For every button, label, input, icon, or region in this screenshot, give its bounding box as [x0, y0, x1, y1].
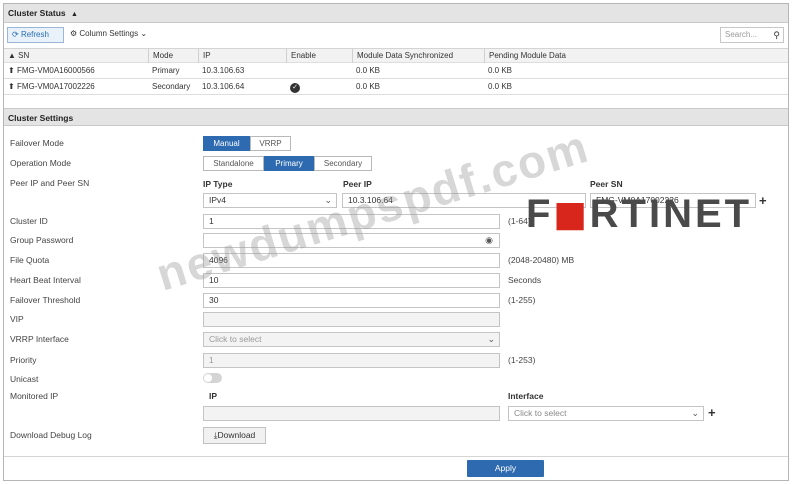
- file-quota-hint: (2048-20480) MB: [508, 255, 575, 265]
- refresh-button[interactable]: ⟳ Refresh: [7, 27, 64, 43]
- priority-label: Priority: [10, 355, 37, 365]
- col-header-ip[interactable]: IP: [198, 49, 291, 63]
- debug-log-label: Download Debug Log: [10, 430, 92, 440]
- chevron-down-icon: ⌄: [691, 408, 699, 418]
- operation-standalone-option[interactable]: Standalone: [203, 156, 264, 171]
- apply-button[interactable]: Apply: [467, 460, 544, 477]
- row-sn-text: FMG-VM0A17002226: [16, 82, 95, 91]
- col-header-mode[interactable]: Mode: [148, 49, 203, 63]
- table-header-row: ▲ SN Mode IP Enable Module Data Synchron…: [4, 48, 788, 63]
- primary-arrow-icon: ⬆: [8, 66, 15, 75]
- row-synced: 0.0 KB: [356, 82, 381, 91]
- ip-type-value: IPv4: [209, 195, 227, 205]
- monitored-ip-input[interactable]: [203, 406, 500, 421]
- unicast-toggle[interactable]: [203, 373, 222, 383]
- cluster-id-label: Cluster ID: [10, 216, 48, 226]
- row-ip: 10.3.106.63: [202, 66, 245, 75]
- logo-suffix: RTINET: [589, 192, 753, 236]
- search-input[interactable]: Search... ⚲: [720, 27, 784, 43]
- group-password-label: Group Password: [10, 235, 74, 245]
- priority-hint: (1-253): [508, 355, 536, 365]
- col-header-enable[interactable]: Enable: [286, 49, 357, 63]
- fortinet-logo: F◼RTINET: [526, 194, 752, 234]
- row-pending: 0.0 KB: [488, 66, 513, 75]
- peer-sn-header: Peer SN: [590, 179, 623, 189]
- row-sn: ⬆ FMG-VM0A17002226: [4, 80, 95, 94]
- gear-icon: ⚙: [70, 29, 78, 38]
- monitored-interface-select[interactable]: Click to select ⌄: [508, 406, 704, 421]
- toggle-knob: [204, 374, 212, 382]
- row-mode: Secondary: [152, 82, 191, 91]
- ip-type-header: IP Type: [203, 179, 233, 189]
- vrrp-interface-label: VRRP Interface: [10, 334, 69, 344]
- vip-input[interactable]: [203, 312, 500, 327]
- refresh-label: Refresh: [20, 30, 49, 39]
- row-synced: 0.0 KB: [356, 66, 381, 75]
- failover-vrrp-option[interactable]: VRRP: [250, 136, 291, 151]
- failover-threshold-hint: (1-255): [508, 295, 536, 305]
- vrrp-interface-select[interactable]: Click to select ⌄: [203, 332, 500, 347]
- monitored-interface-placeholder: Click to select: [514, 408, 567, 418]
- add-monitored-ip-icon[interactable]: +: [708, 406, 716, 419]
- col-header-sn-label: SN: [18, 51, 30, 60]
- row-sn: ⬆ FMG-VM0A16000566: [4, 64, 95, 78]
- failover-threshold-input[interactable]: 30: [203, 293, 500, 308]
- unicast-label: Unicast: [10, 374, 39, 384]
- chevron-down-icon: ⌄: [487, 334, 495, 344]
- priority-input[interactable]: 1: [203, 353, 500, 368]
- logo-accent: ◼: [553, 192, 590, 236]
- eye-icon[interactable]: ◉: [485, 234, 493, 247]
- col-header-pending[interactable]: Pending Module Data: [484, 49, 789, 63]
- row-pending: 0.0 KB: [488, 82, 513, 91]
- cluster-status-toolbar: ⟳ Refresh ⚙ Column Settings ⌄ Search... …: [4, 24, 788, 46]
- cluster-status-title: Cluster Status: [8, 8, 66, 18]
- heart-beat-label: Heart Beat Interval: [10, 275, 81, 285]
- col-header-sn[interactable]: ▲ SN: [4, 49, 148, 63]
- operation-secondary-option[interactable]: Secondary: [314, 156, 372, 171]
- failover-threshold-label: Failover Threshold: [10, 295, 81, 305]
- download-label: Download: [217, 430, 256, 440]
- footer-divider: [4, 456, 788, 457]
- cluster-settings-title: Cluster Settings: [8, 113, 74, 123]
- failover-manual-option[interactable]: Manual: [203, 136, 250, 151]
- search-placeholder: Search...: [725, 30, 758, 39]
- row-sn-text: FMG-VM0A16000566: [16, 66, 95, 75]
- primary-arrow-icon: ⬆: [8, 82, 15, 91]
- vip-label: VIP: [10, 314, 24, 324]
- add-peer-icon[interactable]: +: [759, 194, 767, 207]
- refresh-icon: ⟳: [12, 30, 19, 39]
- table-row[interactable]: ⬆ FMG-VM0A17002226 Secondary 10.3.106.64…: [4, 80, 788, 95]
- arrow-up-icon: ▲: [71, 11, 78, 18]
- peer-label: Peer IP and Peer SN: [10, 178, 90, 188]
- col-header-synced[interactable]: Module Data Synchronized: [352, 49, 489, 63]
- column-settings-button[interactable]: ⚙ Column Settings ⌄: [66, 27, 151, 43]
- monitored-ip-label: Monitored IP: [10, 391, 59, 401]
- logo-prefix: F: [526, 192, 554, 236]
- cluster-settings-header: Cluster Settings: [4, 108, 788, 126]
- failover-mode-label: Failover Mode: [10, 138, 64, 148]
- cluster-status-header: Cluster Status ▲: [4, 4, 788, 23]
- monitored-ip-header: IP: [209, 391, 218, 401]
- vrrp-interface-placeholder: Click to select: [209, 334, 262, 344]
- chevron-down-icon: ⌄: [140, 29, 148, 38]
- download-button[interactable]: ⤓Download: [203, 427, 266, 444]
- operation-primary-option[interactable]: Primary: [264, 156, 314, 171]
- column-settings-label: Column Settings: [79, 29, 139, 38]
- table-row[interactable]: ⬆ FMG-VM0A16000566 Primary 10.3.106.63 0…: [4, 64, 788, 79]
- file-quota-label: File Quota: [10, 255, 50, 265]
- search-icon: ⚲: [773, 30, 780, 40]
- operation-mode-label: Operation Mode: [10, 158, 71, 168]
- row-ip: 10.3.106.64: [202, 82, 245, 91]
- sort-asc-icon: ▲: [8, 51, 16, 60]
- monitored-interface-header: Interface: [508, 391, 544, 401]
- row-mode: Primary: [152, 66, 180, 75]
- check-circle-icon: ✓: [286, 80, 300, 94]
- heart-beat-hint: Seconds: [508, 275, 542, 285]
